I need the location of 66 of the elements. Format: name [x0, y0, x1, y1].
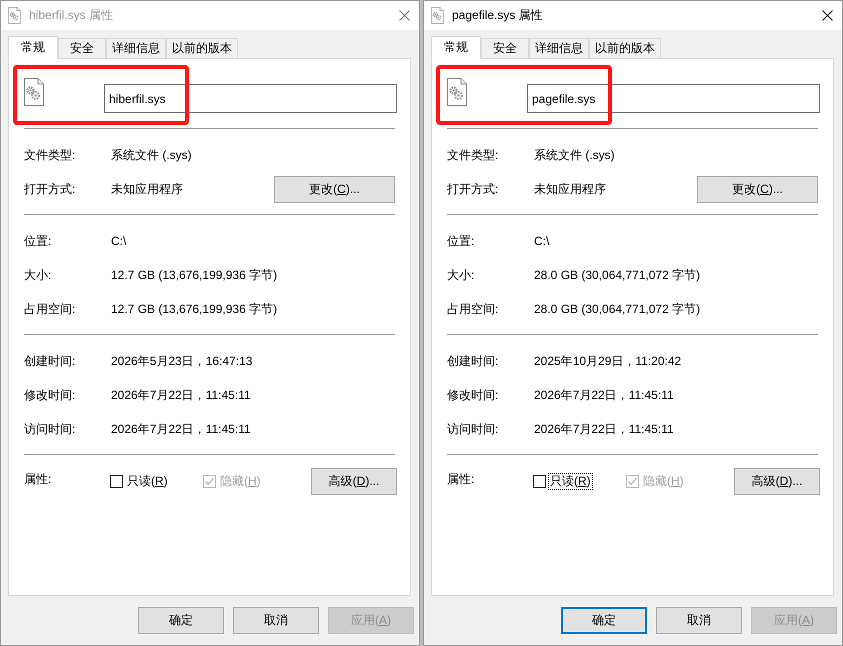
close-icon	[822, 10, 832, 21]
cancel-button[interactable]: 取消	[656, 607, 742, 634]
property-value: 2026年7月22日，11:45:11	[534, 386, 675, 404]
property-value: 系统文件 (.sys)	[534, 146, 616, 164]
property-value: 2026年7月22日，11:45:11	[111, 420, 252, 438]
property-label: 属性:	[24, 471, 52, 488]
property-label: 大小:	[447, 266, 476, 284]
property-value: 未知应用程序	[111, 180, 184, 198]
tab[interactable]: 常规	[431, 36, 481, 59]
window-title: hiberfil.sys 属性	[29, 7, 114, 24]
property-value: 28.0 GB (30,064,771,072 字节)	[534, 266, 702, 284]
check-icon	[204, 476, 215, 486]
property-value: 2026年7月22日，11:45:11	[534, 420, 675, 438]
change-button[interactable]: 更改(C)...	[274, 176, 395, 202]
gear-document-icon	[8, 7, 21, 24]
property-value: 2026年7月22日，11:45:11	[111, 386, 252, 404]
ok-button[interactable]: 确定	[138, 607, 224, 634]
property-value: 12.7 GB (13,676,199,936 字节)	[111, 266, 278, 284]
property-label: 占用空间:	[24, 300, 76, 318]
property-label: 文件类型:	[447, 146, 500, 164]
tab[interactable]: 安全	[481, 38, 529, 58]
property-value: 系统文件 (.sys)	[111, 146, 193, 164]
property-label: 修改时间:	[24, 386, 76, 404]
close-icon	[398, 10, 410, 21]
advanced-button[interactable]: 高级(D)...	[311, 468, 397, 494]
property-value: 12.7 GB (13,676,199,936 字节)	[111, 300, 278, 318]
property-value: 28.0 GB (30,064,771,072 字节)	[534, 300, 702, 318]
tab[interactable]: 详细信息	[106, 38, 166, 58]
advanced-button[interactable]: 高级(D)...	[734, 468, 820, 494]
change-button[interactable]: 更改(C)...	[697, 176, 818, 202]
tab[interactable]: 以前的版本	[589, 38, 661, 58]
tab[interactable]: 以前的版本	[166, 38, 238, 58]
property-value: C:\	[111, 234, 128, 248]
property-label: 位置:	[24, 232, 52, 250]
property-label: 访问时间:	[447, 420, 500, 438]
property-label: 创建时间:	[447, 352, 500, 370]
property-label: 创建时间:	[24, 352, 76, 370]
tab[interactable]: 详细信息	[529, 38, 589, 58]
tab[interactable]: 安全	[58, 38, 106, 58]
cancel-button[interactable]: 取消	[233, 607, 319, 634]
file-name-field[interactable]: hiberfil.sys	[104, 84, 397, 113]
checkbox[interactable]	[110, 474, 123, 488]
checkbox-label[interactable]: 只读(R)	[548, 472, 593, 490]
property-value: 2025年10月29日，11:20:42	[534, 352, 682, 370]
gear-document-icon	[431, 7, 444, 24]
property-label: 占用空间:	[447, 300, 500, 318]
property-label: 打开方式:	[24, 180, 76, 198]
file-name-field[interactable]: pagefile.sys	[527, 84, 820, 113]
tab[interactable]: 常规	[8, 36, 58, 59]
property-value: 2026年5月23日，16:47:13	[111, 352, 254, 370]
property-label: 位置:	[447, 232, 476, 250]
gear-document-icon	[24, 78, 44, 106]
property-label: 文件类型:	[24, 146, 76, 164]
property-label: 修改时间:	[447, 386, 500, 404]
property-label: 属性:	[447, 471, 476, 488]
window-title: pagefile.sys 属性	[452, 7, 543, 24]
property-label: 访问时间:	[24, 420, 76, 438]
property-label: 打开方式:	[447, 180, 500, 198]
checkbox-label[interactable]: 只读(R)	[125, 472, 170, 490]
gear-document-icon	[447, 78, 467, 106]
check-icon	[627, 476, 638, 486]
property-value: 未知应用程序	[534, 180, 607, 198]
property-label: 大小:	[24, 266, 52, 284]
checkbox[interactable]	[533, 474, 546, 488]
property-value: C:\	[534, 234, 550, 248]
ok-button[interactable]: 确定	[561, 607, 647, 634]
